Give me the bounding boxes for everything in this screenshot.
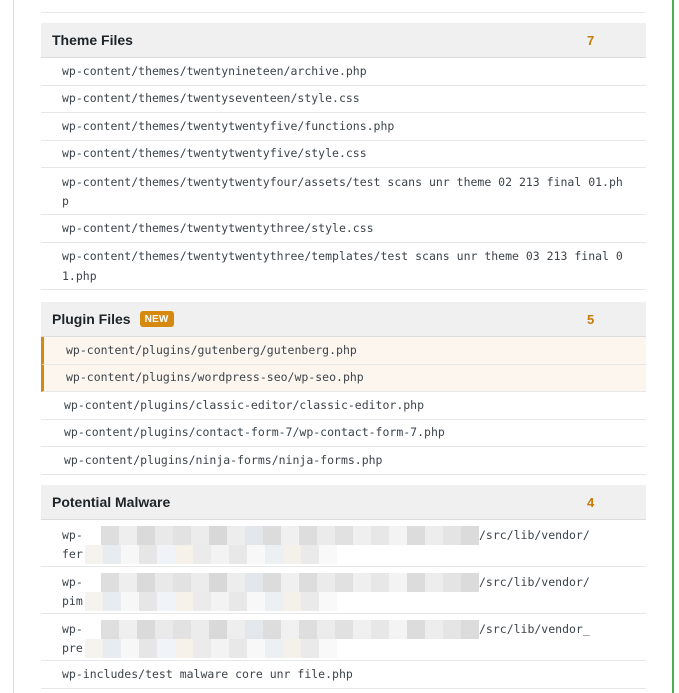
plugin-files-header[interactable]: Plugin Files NEW 5	[41, 302, 646, 337]
file-path-line2: fer	[62, 547, 83, 561]
theme-files-header[interactable]: Theme Files 7	[41, 23, 646, 58]
redaction-pixelation	[85, 526, 479, 564]
file-path-line2: pre	[62, 641, 83, 655]
plugin-files-section: Plugin Files NEW 5 wp-content/plugins/gu…	[41, 302, 646, 475]
file-row[interactable]: wp-content/plugins/classic-editor/classi…	[41, 392, 646, 420]
file-row[interactable]: wp-content/themes/twentytwentyfive/style…	[41, 141, 646, 168]
file-path-line2: pim	[62, 594, 83, 608]
section-title: Potential Malware	[52, 494, 171, 510]
file-path-suffix: /src/lib/vendor/	[479, 528, 590, 542]
file-row[interactable]: wp-content/themes/twentytwentyfour/asset…	[41, 168, 646, 215]
file-row-redacted[interactable]: wp- /src/lib/vendor/ fer	[41, 520, 646, 567]
file-row-new[interactable]: wp-content/plugins/wordpress-seo/wp-seo.…	[41, 364, 646, 392]
file-row[interactable]: wp-content/themes/twentynineteen/archive…	[41, 58, 646, 86]
file-row-redacted[interactable]: wp- /src/lib/vendor/ pim	[41, 567, 646, 614]
theme-files-section: Theme Files 7 wp-content/themes/twentyni…	[41, 23, 646, 290]
file-row[interactable]: wp-content/themes/twentytwentythree/temp…	[41, 243, 646, 290]
potential-malware-header[interactable]: Potential Malware 4	[41, 485, 646, 520]
file-row[interactable]: wp-includes/test malware core unr file.p…	[41, 661, 646, 689]
file-row[interactable]: wp-content/themes/twentytwentyfive/funct…	[41, 113, 646, 141]
file-row-new[interactable]: wp-content/plugins/gutenberg/gutenberg.p…	[41, 337, 646, 365]
plugin-files-list: wp-content/plugins/gutenberg/gutenberg.p…	[41, 337, 646, 475]
file-path-suffix: /src/lib/vendor_	[479, 622, 590, 636]
potential-malware-section: Potential Malware 4 wp- /src/lib/vendor/…	[41, 485, 646, 689]
file-row[interactable]: wp-content/plugins/ninja-forms/ninja-for…	[41, 447, 646, 475]
file-path-prefix: wp-	[62, 528, 83, 542]
section-title: Theme Files	[52, 32, 133, 48]
potential-malware-list: wp- /src/lib/vendor/ fer wp- /src/lib/ve…	[41, 520, 646, 689]
previous-list-row-partial	[41, 0, 645, 13]
file-count: 4	[587, 494, 595, 510]
redaction-pixelation	[85, 620, 479, 658]
file-row[interactable]: wp-content/themes/twentyseventeen/style.…	[41, 86, 646, 113]
theme-files-list: wp-content/themes/twentynineteen/archive…	[41, 58, 646, 290]
file-path-prefix: wp-	[62, 622, 83, 636]
section-title: Plugin Files	[52, 311, 131, 327]
redaction-pixelation	[85, 573, 479, 611]
panel-left-border	[13, 0, 14, 693]
file-path-suffix: /src/lib/vendor/	[479, 575, 590, 589]
file-row[interactable]: wp-content/themes/twentytwentythree/styl…	[41, 215, 646, 243]
file-count: 5	[587, 311, 595, 327]
panel-right-border	[672, 0, 674, 693]
file-count: 7	[587, 32, 595, 48]
new-badge: NEW	[139, 311, 174, 327]
file-row-redacted[interactable]: wp- /src/lib/vendor_ pre	[41, 614, 646, 661]
file-row[interactable]: wp-content/plugins/contact-form-7/wp-con…	[41, 420, 646, 447]
file-path-prefix: wp-	[62, 575, 83, 589]
